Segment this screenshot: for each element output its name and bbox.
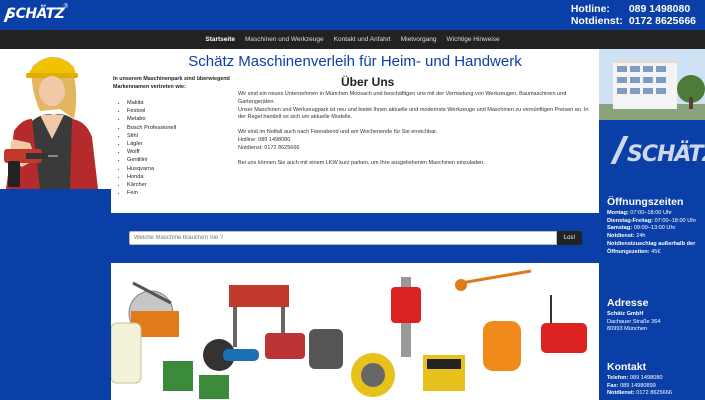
search-button[interactable]: Los!: [557, 231, 582, 245]
fax-number: 089 14980899: [618, 382, 656, 389]
list-item: Fein: [127, 189, 176, 197]
main-content: Schätz Maschinenverleih für Heim- und Ha…: [111, 49, 599, 213]
hours-value: 24h: [634, 233, 646, 240]
nav-item-maschinen[interactable]: Maschinen und Werkzeuge: [240, 36, 329, 43]
hours-label: Notdienst:: [607, 233, 635, 240]
search-input[interactable]: [129, 231, 557, 245]
notdienst-label: Notdienst:: [570, 15, 623, 27]
logo-registered-mark: ®: [63, 4, 68, 10]
hours-label: Montag:: [607, 210, 629, 216]
about-paragraph-2: Wir sind im Notfall auch nach Feierabend…: [238, 129, 438, 136]
nav-item-mietvorgang[interactable]: Mietvorgang: [396, 36, 442, 43]
brand-list: Makita Festool Metabo Bosch Professionel…: [119, 99, 176, 197]
about-notdienst: Notdienst: 0172 8625666: [238, 144, 300, 151]
header-bar: SCHÄTZ ® Hotline: 089 1498080 Notdienst:…: [0, 0, 705, 30]
hours-value: 07:00–18:00 Uhr: [653, 217, 697, 224]
about-heading: Über Uns: [341, 75, 395, 89]
phone-label: Telefon:: [607, 375, 629, 381]
site-logo[interactable]: SCHÄTZ ®: [3, 4, 68, 24]
brands-intro: In unserem Maschinenpark sind überwiegen…: [113, 76, 230, 90]
list-item: Metabo: [127, 115, 176, 123]
list-item: Gentilini: [127, 156, 176, 164]
list-item: Kärcher: [127, 181, 176, 189]
about-paragraph-1: Wir sind ein neues Unternehmen in Münche…: [238, 91, 567, 105]
hotline-block: Hotline: 089 1498080 Notdienst: 0172 862…: [571, 3, 696, 27]
list-item: Husqvarna: [127, 165, 176, 173]
machine-search: Los!: [129, 231, 582, 245]
list-item: Bosch Professionell: [127, 124, 176, 132]
list-item: Wolff: [127, 148, 176, 156]
list-item: Makita: [127, 99, 176, 107]
nav-item-hinweise[interactable]: Wichtige Hinweise: [442, 36, 505, 43]
woman-with-drill-image: [0, 49, 111, 189]
building-photo: [599, 49, 705, 120]
notdienst-number[interactable]: 0172 8625666: [629, 15, 696, 27]
street: Dachauer Straße 364: [607, 318, 661, 325]
contact-block: Kontakt Telefon: 089 1498080 Fax: 089 14…: [607, 361, 703, 398]
list-item: Honda: [127, 173, 176, 181]
notdienst-number[interactable]: 0172 8625666: [635, 390, 672, 396]
about-text: Wir sind ein neues Unternehmen in Münche…: [238, 91, 594, 174]
hours-value: 07:00–18:00 Uhr: [628, 210, 672, 216]
list-item: Stihl: [127, 132, 176, 140]
page-title: Schätz Maschinenverleih für Heim- und Ha…: [188, 53, 522, 70]
notdienst-label: Notdienst:: [607, 390, 635, 397]
opening-hours: Öffnungszeiten Montag: 07:00–18:00 Uhr D…: [607, 196, 703, 256]
nav-item-startseite[interactable]: Startseite: [200, 36, 240, 43]
tools-banner-image: [111, 263, 599, 400]
list-item: Lägler: [127, 140, 176, 148]
list-item: Festool: [127, 107, 176, 115]
about-paragraph-3: Bei uns können Sie auch mit einem LKW ku…: [238, 159, 485, 166]
fax-label: Fax:: [607, 382, 619, 389]
phone-number[interactable]: 089 1498080: [628, 375, 663, 381]
company-name: Schätz GmbH: [607, 311, 644, 317]
contact-heading: Kontakt: [607, 361, 647, 373]
city: 80993 München: [607, 326, 648, 333]
hotline-label: Hotline:: [570, 3, 610, 15]
hours-value: 09:00–13:00 Uhr: [632, 225, 676, 232]
logo-text: SCHÄTZ: [6, 6, 65, 22]
sidebar-logo: SCHÄTZ ®: [610, 132, 705, 172]
sidebar-logo-text: SCHÄTZ: [627, 142, 705, 167]
main-nav: Startseite Maschinen und Werkzeuge Konta…: [0, 30, 705, 49]
address-heading: Adresse: [607, 297, 649, 309]
sidebar-logo-registered-mark: ®: [685, 146, 690, 152]
hours-label: Samstag:: [607, 225, 633, 232]
hours-label: Dienstag-Freitag:: [607, 217, 653, 224]
nav-item-kontakt[interactable]: Kontakt und Anfahrt: [329, 36, 396, 43]
about-hotline: Hotline: 089 1498080: [238, 136, 291, 143]
address-block: Adresse Schätz GmbH Dachauer Straße 364 …: [607, 297, 703, 334]
hotline-number[interactable]: 089 1498080: [629, 3, 690, 15]
about-paragraph-1b: Unser Maschinen und Werkzeugpark ist neu…: [238, 106, 589, 121]
hours-heading: Öffnungszeiten: [607, 196, 684, 208]
hours-value: 45€: [649, 248, 661, 255]
